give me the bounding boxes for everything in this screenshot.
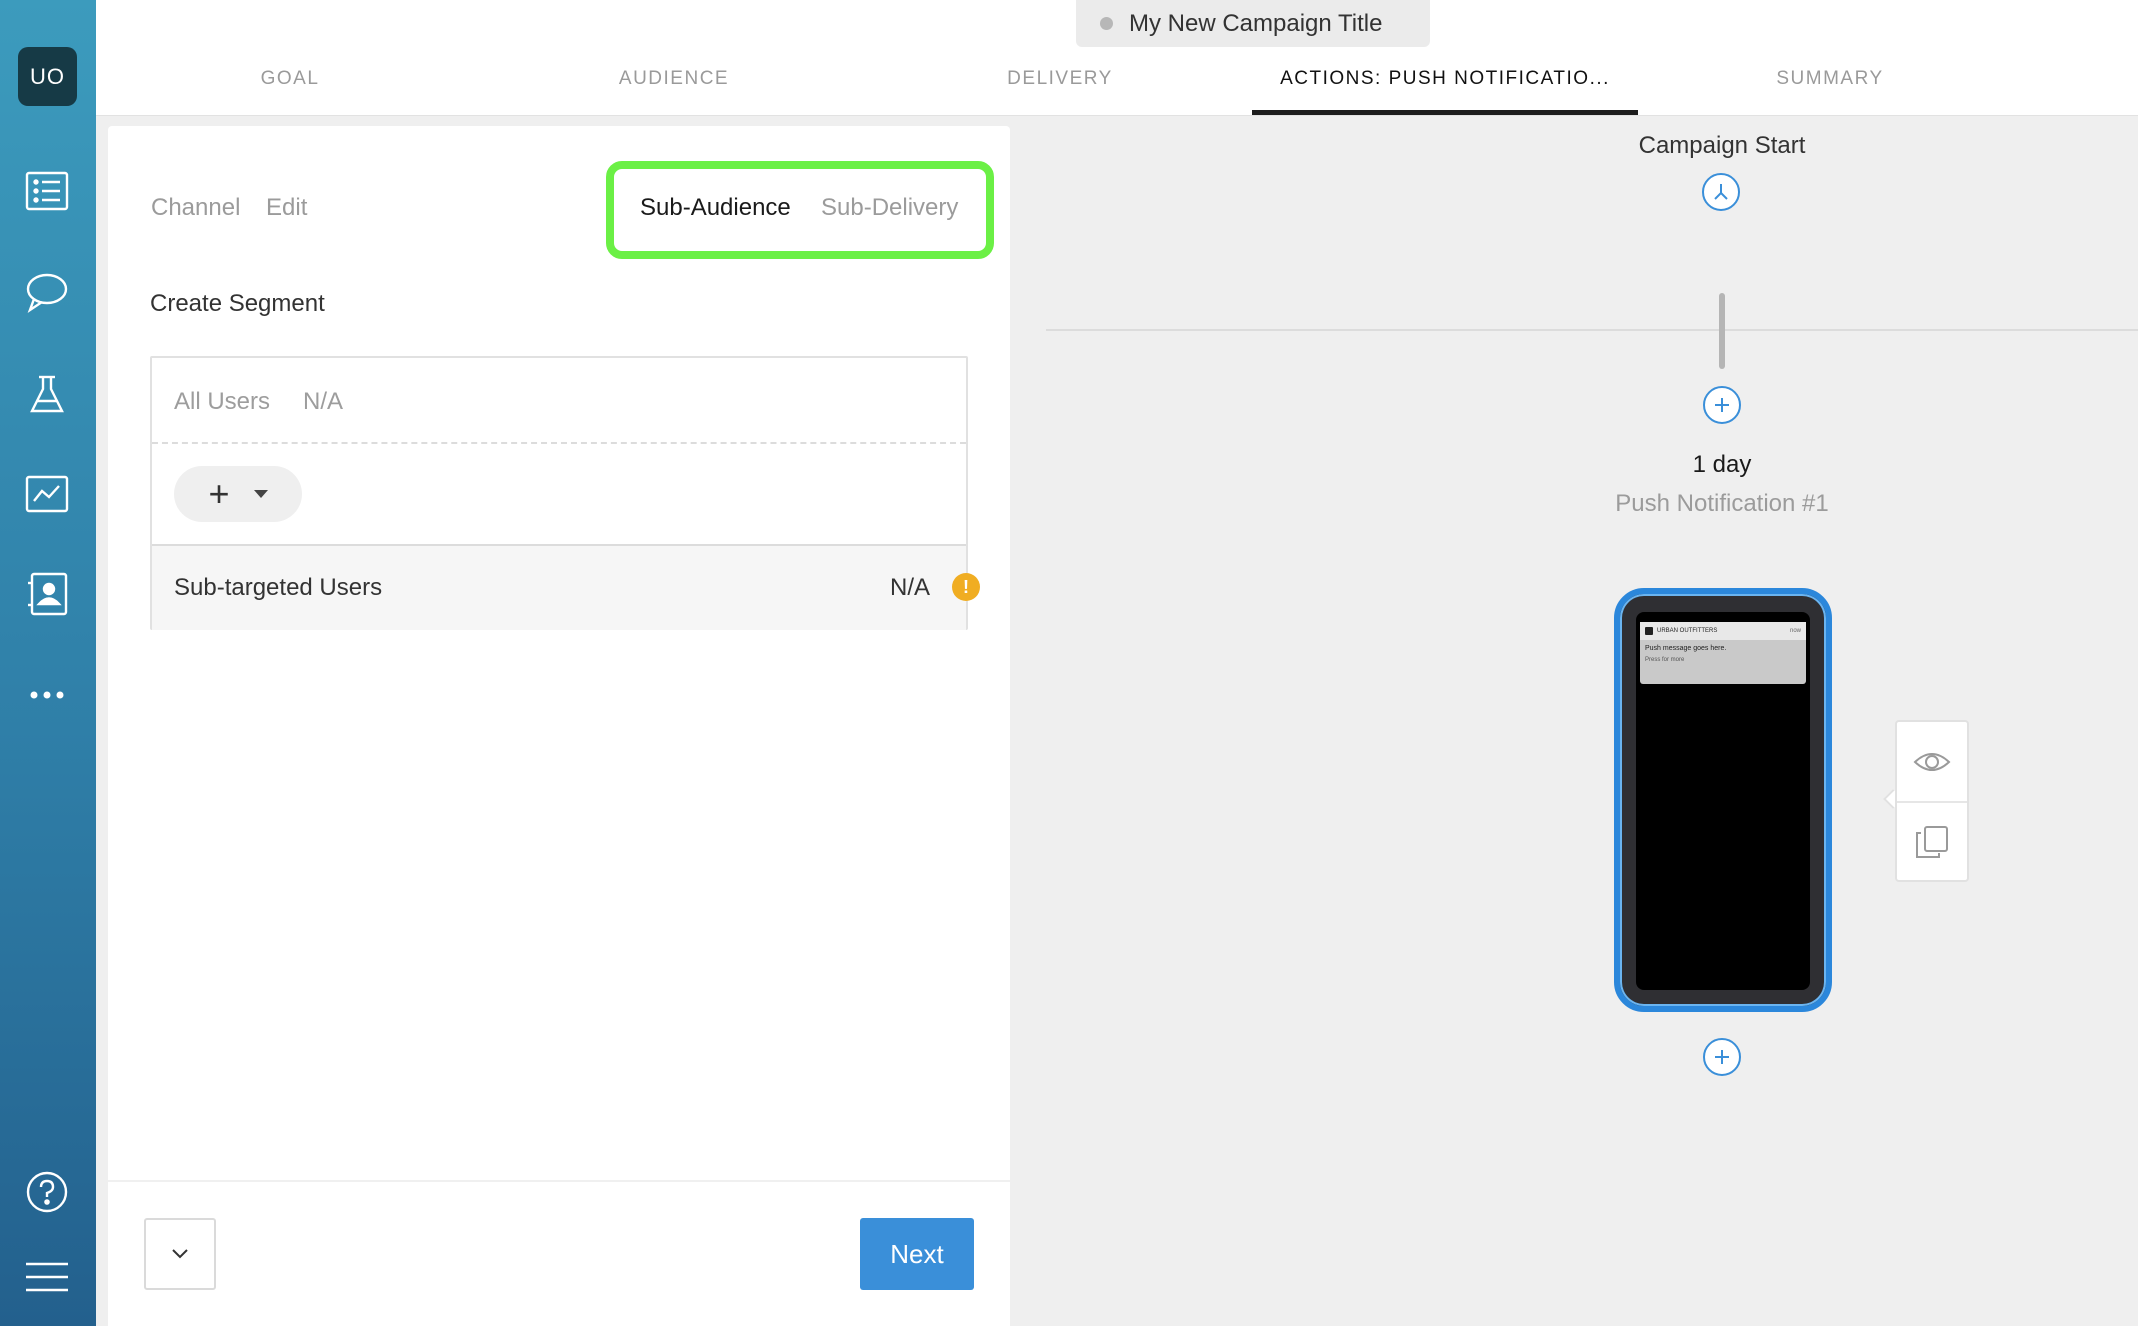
tab-actions-push-notification[interactable]: ACTIONS: PUSH NOTIFICATIO... <box>1252 68 1638 90</box>
notification-app-name: URBAN OUTFITTERS <box>1657 628 1718 634</box>
all-users-row: All Users N/A <box>152 358 966 444</box>
sub-targeted-count: N/A <box>889 574 930 601</box>
warning-icon[interactable]: ! <box>952 573 980 601</box>
phone-screen: URBAN OUTFITTERS now Push message goes h… <box>1636 612 1810 990</box>
chart-icon[interactable] <box>22 469 72 519</box>
notification-more: Press for more <box>1645 657 1685 663</box>
sub-tab-sub-delivery[interactable]: Sub-Delivery <box>821 194 958 222</box>
sub-targeted-row: Sub-targeted Users N/A <box>152 544 966 630</box>
app-logo-icon <box>1645 627 1653 635</box>
split-arrow-icon <box>1714 184 1728 200</box>
more-dots-icon[interactable] <box>22 670 72 720</box>
notification-card: URBAN OUTFITTERS now Push message goes h… <box>1640 622 1806 684</box>
chevron-down-icon <box>172 1249 188 1259</box>
preview-button[interactable] <box>1897 722 1967 802</box>
step-label: Push Notification #1 <box>1615 490 1829 517</box>
tab-goal[interactable]: GOAL <box>200 68 380 90</box>
eye-icon <box>1913 753 1951 771</box>
campaign-start-node[interactable] <box>1702 173 1740 211</box>
plus-icon <box>1715 398 1729 412</box>
all-users-count: N/A <box>303 388 344 415</box>
sub-tab-channel[interactable]: Channel <box>151 194 240 222</box>
help-icon[interactable] <box>22 1167 72 1217</box>
sub-tab-sub-audience[interactable]: Sub-Audience <box>640 194 791 222</box>
flask-icon[interactable] <box>22 369 72 419</box>
next-button[interactable]: Next <box>860 1218 974 1290</box>
campaign-title[interactable]: My New Campaign Title <box>1076 0 1430 47</box>
campaign-start-label: Campaign Start <box>1638 132 1806 159</box>
plus-icon: + <box>208 473 230 514</box>
list-icon[interactable] <box>22 166 72 216</box>
sub-tab-edit[interactable]: Edit <box>266 194 307 222</box>
delay-label: 1 day <box>1692 451 1752 478</box>
duplicate-button[interactable] <box>1897 802 1967 882</box>
notification-message: Push message goes here. <box>1645 645 1727 652</box>
canvas-divider <box>1046 329 2138 331</box>
preview-toolbar <box>1895 720 1969 882</box>
section-title: Create Segment <box>150 290 325 317</box>
copy-icon <box>1916 826 1948 858</box>
tab-summary[interactable]: SUMMARY <box>1730 68 1930 90</box>
tab-delivery[interactable]: DELIVERY <box>960 68 1160 90</box>
push-notification-preview[interactable]: URBAN OUTFITTERS now Push message goes h… <box>1614 588 1832 1012</box>
status-dot-icon <box>1100 17 1113 30</box>
notification-time: now <box>1789 628 1801 634</box>
account-avatar[interactable]: UO <box>18 47 77 106</box>
plus-icon <box>1715 1050 1729 1064</box>
flow-connector <box>1719 293 1725 369</box>
add-step-button[interactable] <box>1703 386 1741 424</box>
left-nav-rail: UO <box>0 0 96 1326</box>
segment-builder: All Users N/A + Sub-targeted Users N/A <box>150 356 968 630</box>
menu-icon[interactable] <box>22 1252 72 1302</box>
collapse-button[interactable] <box>144 1218 216 1290</box>
notification-header: URBAN OUTFITTERS now <box>1640 622 1806 640</box>
active-tab-indicator <box>1252 110 1638 115</box>
caret-down-icon <box>253 490 268 498</box>
add-filter-button[interactable]: + <box>174 466 302 522</box>
sub-targeted-label: Sub-targeted Users <box>174 574 383 601</box>
chat-bubble-icon[interactable] <box>22 267 72 317</box>
add-step-button-bottom[interactable] <box>1703 1038 1741 1076</box>
tab-audience[interactable]: AUDIENCE <box>574 68 774 90</box>
campaign-title-text: My New Campaign Title <box>1129 9 1383 37</box>
contact-book-icon[interactable] <box>22 569 72 619</box>
all-users-label: All Users <box>174 388 271 415</box>
